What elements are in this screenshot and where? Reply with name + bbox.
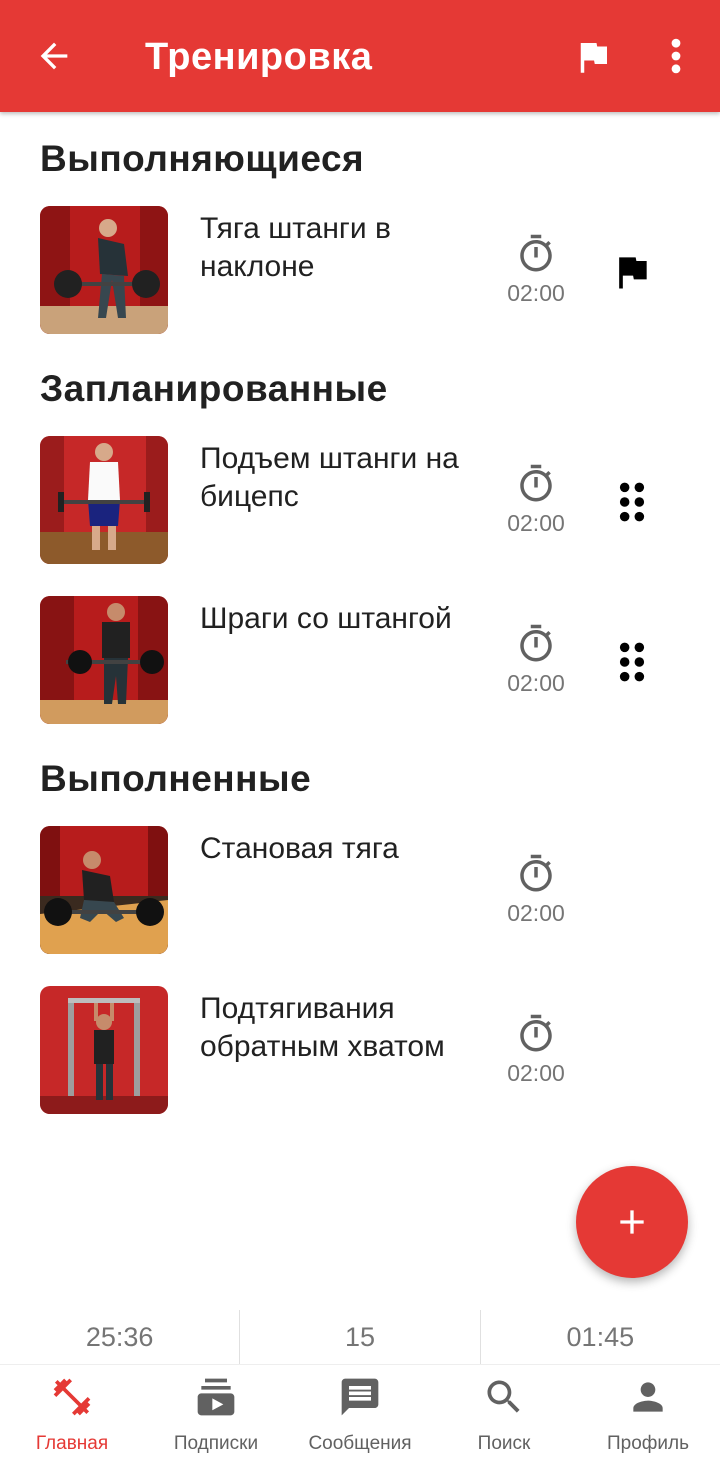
section-title-completed: Выполненные — [40, 758, 312, 799]
exercise-thumbnail — [40, 826, 168, 954]
app-bar: Тренировка — [0, 0, 720, 112]
nav-label: Поиск — [477, 1433, 531, 1454]
person-icon — [633, 1382, 663, 1412]
workout-stats: 25:36 15 01:45 — [0, 1310, 720, 1364]
timer-icon — [520, 624, 552, 662]
section-title-planned: Запланированные — [40, 368, 388, 409]
nav-label: Главная — [35, 1433, 109, 1454]
exercise-row[interactable]: Шраги со штангой 02:00 — [0, 596, 720, 726]
message-icon — [341, 1378, 379, 1416]
stat-count: 15 — [239, 1310, 479, 1364]
exercise-timer[interactable]: 02:00 — [500, 232, 572, 312]
exercise-name: Тяга штанги в наклоне — [200, 212, 391, 283]
exercise-thumbnail — [40, 986, 168, 1114]
exercise-timer[interactable]: 02:00 — [500, 852, 572, 932]
exercise-row[interactable]: Подъем штанги на бицепс 02:00 — [0, 436, 720, 566]
exercise-name: Шраги со штангой — [200, 602, 452, 635]
nav-label: Профиль — [606, 1433, 690, 1454]
dumbbell-icon — [53, 1378, 91, 1416]
plus-icon — [620, 1210, 644, 1234]
nav-item-search[interactable]: Поиск — [432, 1365, 576, 1460]
subscriptions-icon — [197, 1378, 235, 1416]
nav-item-home[interactable]: Главная — [0, 1365, 144, 1460]
exercise-row[interactable]: Тяга штанги в наклоне 02:00 — [0, 206, 720, 336]
nav-item-messages[interactable]: Сообщения — [288, 1365, 432, 1460]
add-exercise-button[interactable] — [576, 1166, 688, 1278]
flag-icon[interactable] — [572, 36, 614, 78]
drag-handle-icon[interactable] — [610, 640, 654, 684]
nav-label: Сообщения — [308, 1433, 412, 1454]
timer-icon — [520, 464, 552, 502]
stat-total-time: 25:36 — [85, 1322, 154, 1352]
exercise-timer[interactable]: 02:00 — [500, 622, 572, 702]
flag-icon[interactable] — [610, 250, 654, 294]
page-title: Тренировка — [145, 36, 373, 78]
exercise-timer[interactable]: 02:00 — [500, 1012, 572, 1092]
timer-value: 02:00 — [507, 670, 565, 696]
exercise-timer[interactable]: 02:00 — [500, 462, 572, 542]
nav-item-profile[interactable]: Профиль — [576, 1365, 720, 1460]
nav-item-subscriptions[interactable]: Подписки — [144, 1365, 288, 1460]
exercise-name: Подъем штанги на бицепс — [200, 442, 459, 513]
section-title-in-progress: Выполняющиеся — [40, 138, 365, 179]
timer-value: 02:00 — [507, 280, 565, 306]
timer-value: 02:00 — [507, 900, 565, 926]
timer-value: 02:00 — [507, 1060, 565, 1086]
timer-icon — [520, 854, 552, 892]
exercise-thumbnail — [40, 436, 168, 564]
exercise-row[interactable]: Становая тяга 02:00 — [0, 826, 720, 956]
back-arrow-icon[interactable] — [34, 36, 74, 76]
timer-icon — [520, 234, 552, 272]
exercise-name: Становая тяга — [200, 832, 399, 865]
more-vert-icon[interactable] — [660, 34, 692, 78]
exercise-row[interactable]: Подтягивания обратным хватом 02:00 — [0, 986, 720, 1116]
timer-icon — [520, 1014, 552, 1052]
exercise-name: Подтягивания обратным хватом — [200, 992, 445, 1063]
search-icon — [487, 1380, 520, 1413]
nav-label: Подписки — [173, 1433, 259, 1454]
exercise-thumbnail — [40, 596, 168, 724]
bottom-navigation: Главная Подписки Сообщения Поиск Профиль — [0, 1364, 720, 1460]
stat-rest-time: 01:45 — [479, 1310, 720, 1364]
timer-value: 02:00 — [507, 510, 565, 536]
exercise-thumbnail — [40, 206, 168, 334]
drag-handle-icon[interactable] — [610, 480, 654, 524]
